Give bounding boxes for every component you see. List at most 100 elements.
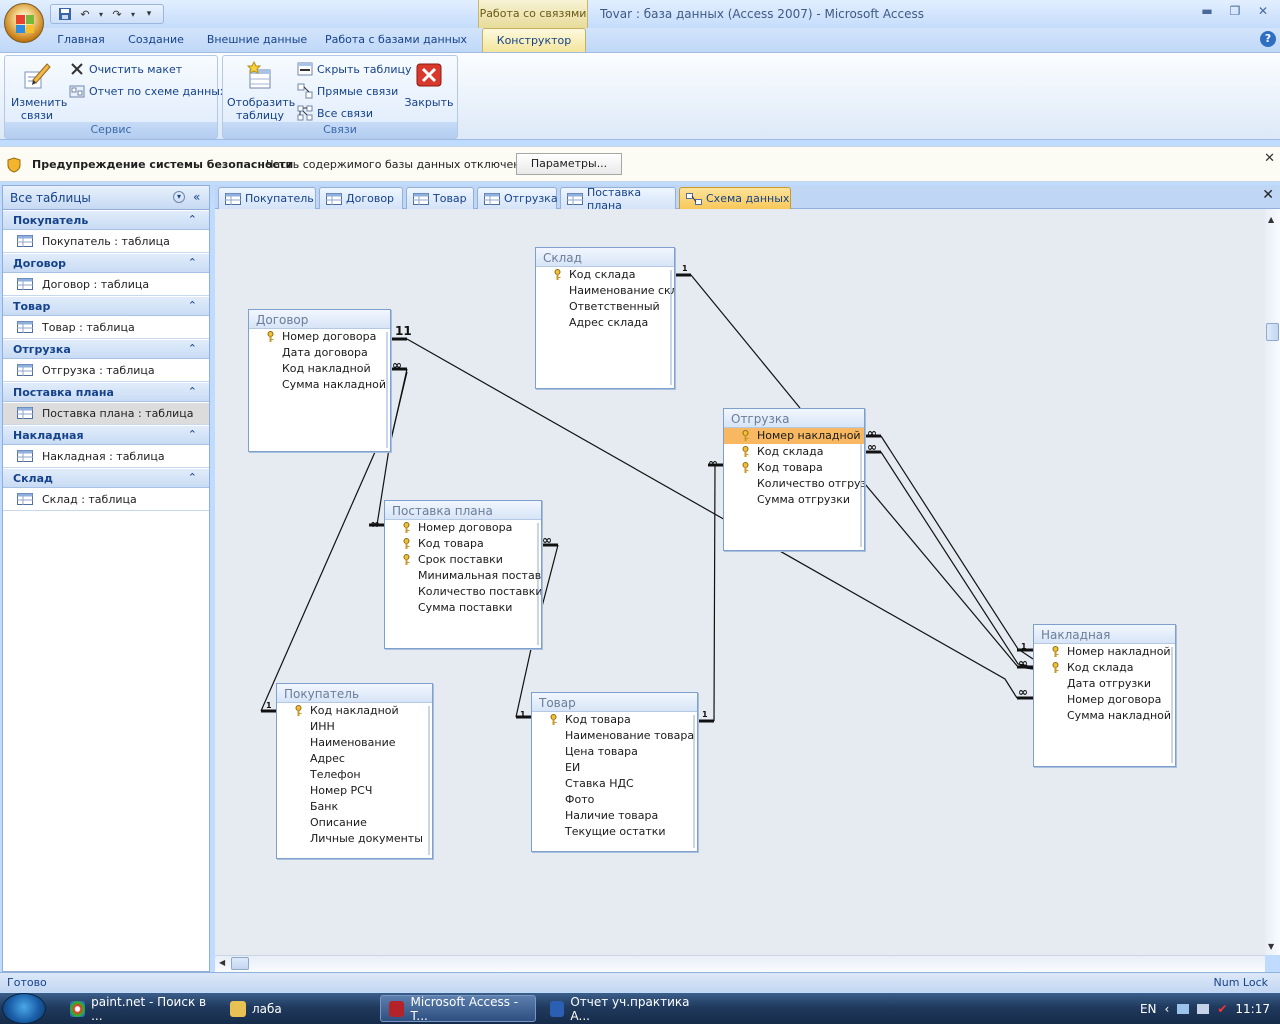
tab-designer[interactable]: Конструктор	[482, 28, 586, 52]
tab-home[interactable]: Главная	[52, 28, 110, 52]
field-row[interactable]: Код накладной	[249, 361, 390, 377]
hide-table-button[interactable]: Скрыть таблицу	[297, 60, 412, 78]
field-row[interactable]: Фото	[532, 792, 697, 808]
nav-group-header[interactable]: Товар ⌃	[3, 296, 209, 316]
scroll-left-icon[interactable]: ◀	[219, 958, 225, 967]
vertical-scrollbar[interactable]: ▲ ▼	[1265, 209, 1280, 955]
nav-item-table[interactable]: Договор : таблица	[3, 274, 209, 296]
volume-icon[interactable]	[1197, 1003, 1210, 1014]
redo-dropdown-icon[interactable]: ▾	[129, 6, 137, 22]
table-box-postavka[interactable]: Поставка плана Номер договора Код товара Ср…	[384, 500, 542, 649]
field-row[interactable]: Банк	[277, 799, 432, 815]
nav-item-table[interactable]: Отгрузка : таблица	[3, 360, 209, 382]
nav-group-header[interactable]: Договор ⌃	[3, 253, 209, 273]
collapse-group-icon[interactable]: ⌃	[188, 342, 197, 355]
table-box-title[interactable]: Покупатель	[277, 684, 432, 703]
field-row[interactable]: Текущие остатки	[532, 824, 697, 840]
table-box-title[interactable]: Поставка плана	[385, 501, 541, 520]
doc-tab-pokupatel[interactable]: Покупатель	[218, 187, 316, 209]
nav-item-table[interactable]: Покупатель : таблица	[3, 231, 209, 253]
nav-item-table[interactable]: Накладная : таблица	[3, 446, 209, 468]
field-row[interactable]: Сумма накладной	[249, 377, 390, 393]
field-row[interactable]: Наименование товара	[532, 728, 697, 744]
doc-tab-schema[interactable]: Схема данных	[679, 187, 791, 209]
tab-external-data[interactable]: Внешние данные	[204, 28, 310, 52]
table-box-tovar[interactable]: Товар Код товара Наименование товара Цена т…	[531, 692, 698, 852]
field-row[interactable]: Цена товара	[532, 744, 697, 760]
table-box-sklad[interactable]: СкладКод склада Наименование склада Ответс…	[535, 247, 675, 389]
taskbar-item-access[interactable]: Microsoft Access - T...	[380, 995, 536, 1023]
field-row[interactable]: Адрес	[277, 751, 432, 767]
table-box-title[interactable]: Склад	[536, 248, 674, 267]
taskbar-item-folder[interactable]: лаба	[222, 995, 372, 1022]
field-row[interactable]: Код склада	[536, 267, 674, 283]
language-indicator[interactable]: EN	[1140, 1002, 1157, 1016]
relationship-line[interactable]	[713, 464, 716, 722]
field-row[interactable]: Описание	[277, 815, 432, 831]
help-icon[interactable]: ?	[1260, 31, 1276, 47]
clear-layout-button[interactable]: Очистить макет	[69, 60, 182, 78]
scroll-up-icon[interactable]: ▲	[1268, 215, 1274, 224]
field-row[interactable]: Код склада	[724, 444, 864, 460]
relationship-line[interactable]	[864, 483, 1034, 670]
network-icon[interactable]	[1177, 1003, 1190, 1014]
field-row[interactable]: Код товара	[385, 536, 541, 552]
field-row[interactable]: Код накладной	[277, 703, 432, 719]
show-hidden-icons-icon[interactable]: ‹	[1165, 1002, 1170, 1016]
relationship-line[interactable]	[880, 451, 1034, 668]
customize-qat-icon[interactable]: ▾	[141, 6, 157, 22]
field-row[interactable]: Наименование	[277, 735, 432, 751]
nav-group-header[interactable]: Отгрузка ⌃	[3, 339, 209, 359]
field-row[interactable]: Номер договора	[385, 520, 541, 536]
field-row[interactable]: Номер договора	[1034, 692, 1175, 708]
nav-group-header[interactable]: Поставка плана ⌃	[3, 382, 209, 402]
tab-create[interactable]: Создание	[122, 28, 190, 52]
doc-tab-otgruzka[interactable]: Отгрузка	[477, 187, 558, 209]
relationships-canvas[interactable]: 1 11 ∞ ∞ ∞ 1 ∞ 1 1 ∞ ∞ ∞ 1 ∞ Склад Код склада Наименова…	[215, 209, 1265, 955]
doc-tab-dogovor[interactable]: Договор	[319, 187, 403, 209]
close-button[interactable]: Закрыть	[403, 60, 455, 109]
doc-tab-tovar[interactable]: Товар	[406, 187, 474, 209]
relationship-line[interactable]	[690, 274, 801, 409]
relationship-line[interactable]	[880, 435, 1034, 660]
restore-icon[interactable]: ❐	[1222, 2, 1248, 20]
relationship-line[interactable]	[260, 451, 376, 712]
collapse-group-icon[interactable]: ⌃	[188, 385, 197, 398]
nav-dropdown-icon[interactable]: ▾	[173, 191, 185, 203]
antivirus-icon[interactable]: ✔	[1217, 1002, 1227, 1016]
show-table-button[interactable]: Отобразить таблицу	[225, 60, 295, 122]
field-row[interactable]: Код товара	[532, 712, 697, 728]
field-row[interactable]: Код склада	[1034, 660, 1175, 676]
field-row[interactable]: Количество отгрузки	[724, 476, 864, 492]
collapse-group-icon[interactable]: ⌃	[188, 299, 197, 312]
direct-links-button[interactable]: Прямые связи	[297, 82, 398, 100]
field-row[interactable]: Срок поставки	[385, 552, 541, 568]
tab-database-tools[interactable]: Работа с базами данных	[322, 28, 470, 52]
horizontal-scroll-thumb[interactable]	[231, 957, 249, 970]
field-row[interactable]: Количество поставки	[385, 584, 541, 600]
nav-item-table[interactable]: Поставка плана : таблица	[3, 403, 209, 425]
field-row[interactable]: ИНН	[277, 719, 432, 735]
field-row[interactable]: Дата договора	[249, 345, 390, 361]
relationship-line[interactable]	[390, 371, 408, 440]
close-window-icon[interactable]: ✕	[1250, 2, 1276, 20]
taskbar-item-paintnet[interactable]: paint.net - Поиск в ...	[62, 995, 214, 1023]
field-row[interactable]: Наличие товара	[532, 808, 697, 824]
field-row[interactable]: Сумма отгрузки	[724, 492, 864, 508]
nav-group-header[interactable]: Покупатель ⌃	[3, 210, 209, 230]
vertical-scroll-thumb[interactable]	[1266, 323, 1279, 341]
field-row[interactable]: Номер договора	[249, 329, 390, 345]
field-row[interactable]: Номер накладной	[724, 428, 864, 444]
minimize-icon[interactable]: ▬	[1194, 2, 1220, 20]
scroll-down-icon[interactable]: ▼	[1268, 942, 1274, 951]
undo-icon[interactable]: ↶	[77, 6, 93, 22]
table-box-otgruzka[interactable]: Отгрузка Номер накладной Код склада Код тов…	[723, 408, 865, 551]
field-row[interactable]: Номер накладной	[1034, 644, 1175, 660]
field-row[interactable]: Дата отгрузки	[1034, 676, 1175, 692]
table-box-dogovor[interactable]: Договор Номер договора Дата договора Код на…	[248, 309, 391, 452]
horizontal-scrollbar[interactable]: ◀	[215, 955, 1265, 972]
table-box-title[interactable]: Товар	[532, 693, 697, 712]
nav-pane-header[interactable]: Все таблицы ▾ «	[3, 186, 209, 210]
field-row[interactable]: Минимальная поставка	[385, 568, 541, 584]
taskbar-item-word[interactable]: Отчет уч.практика А...	[542, 995, 698, 1023]
